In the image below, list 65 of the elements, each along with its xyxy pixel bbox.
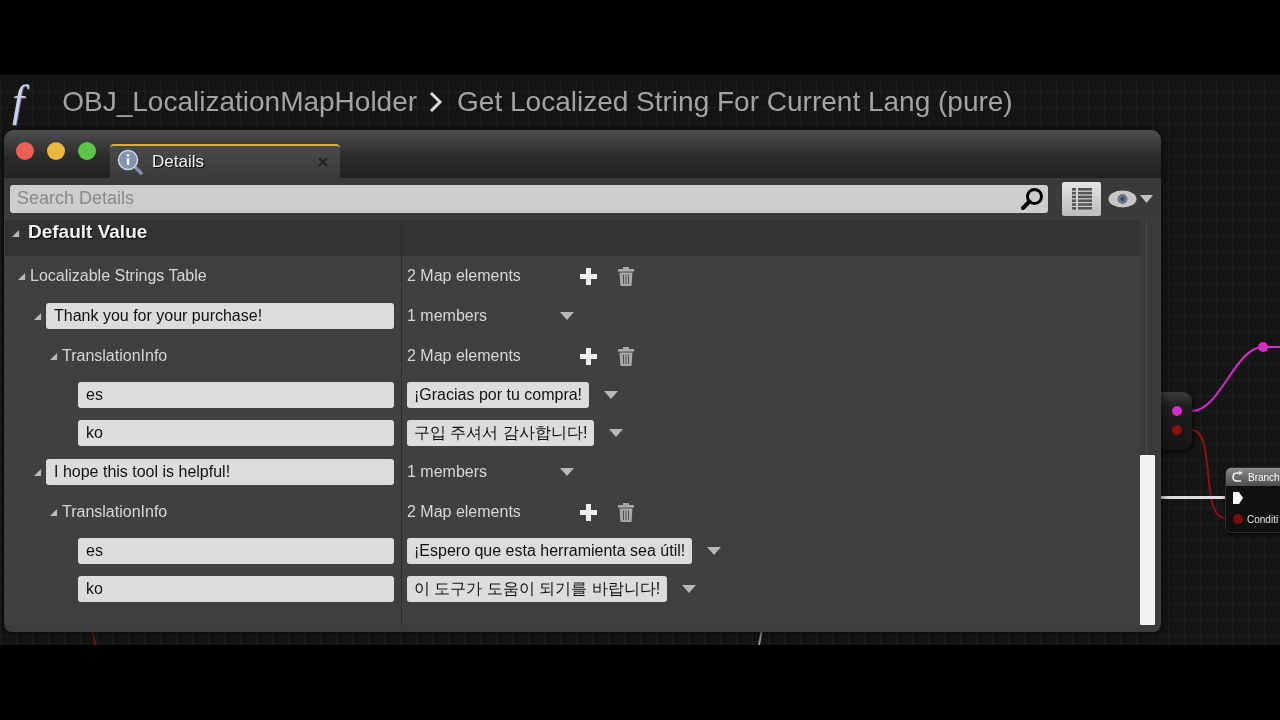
search-icon: [1020, 186, 1044, 211]
caret-icon[interactable]: [682, 585, 697, 593]
member-count: 1 members: [407, 307, 489, 325]
element-count: 2 Map elements: [407, 267, 522, 285]
property-label: TranslationInfo: [62, 347, 168, 365]
zoom-button[interactable]: [78, 142, 96, 160]
expand-arrow-icon[interactable]: [33, 467, 42, 477]
caret-icon[interactable]: [604, 391, 619, 399]
trash-icon[interactable]: [618, 346, 634, 366]
branch-node[interactable]: Branch Conditi: [1225, 467, 1280, 533]
exec-pin-icon[interactable]: [1232, 492, 1244, 504]
branch-icon: [1231, 471, 1243, 483]
close-button[interactable]: [16, 142, 34, 160]
trash-icon[interactable]: [618, 502, 634, 522]
key-field[interactable]: I hope this tool is helpful!: [46, 459, 394, 485]
minimize-button[interactable]: [47, 142, 65, 160]
caret-icon[interactable]: [707, 547, 722, 555]
list-icon: [1071, 187, 1092, 210]
key-field[interactable]: es: [78, 538, 394, 564]
element-count: 2 Map elements: [407, 347, 522, 365]
breadcrumb-item: Get Localized String For Current Lang (pure): [457, 86, 1013, 118]
expand-arrow-icon[interactable]: [49, 351, 58, 361]
scrollbar-thumb[interactable]: [1140, 455, 1155, 625]
info-magnifier-icon: [117, 149, 143, 175]
member-count: 1 members: [407, 463, 489, 481]
pin-dot-icon[interactable]: [1258, 342, 1268, 352]
wire: [757, 632, 763, 645]
key-field[interactable]: ko: [78, 420, 394, 446]
property-label: Localizable Strings Table: [30, 267, 207, 285]
value-field[interactable]: 구입 주셔서 감사합니다!: [407, 420, 595, 446]
pin-dot-icon[interactable]: [1172, 406, 1182, 416]
expand-arrow-icon[interactable]: [49, 507, 58, 517]
caret-icon[interactable]: [560, 312, 574, 320]
category-header[interactable]: Default Value: [5, 220, 1140, 256]
chevron-icon: [429, 91, 444, 113]
value-field[interactable]: 이 도구가 도움이 되기를 바랍니다!: [407, 576, 668, 602]
caret-icon[interactable]: [560, 468, 574, 476]
value-field[interactable]: ¡Espero que esta herramienta sea útil!: [407, 538, 693, 564]
plus-icon[interactable]: [580, 503, 597, 521]
pin-dot-icon[interactable]: [1172, 425, 1182, 435]
trash-icon[interactable]: [618, 266, 634, 286]
graph-node[interactable]: [1161, 392, 1192, 450]
eye-icon[interactable]: [1108, 189, 1137, 208]
plus-icon[interactable]: [580, 347, 597, 365]
details-tab[interactable]: Details: [110, 144, 340, 178]
element-count: 2 Map elements: [407, 503, 522, 521]
category-title: Default Value: [28, 221, 148, 243]
key-field[interactable]: ko: [78, 576, 394, 602]
pin-label: Conditi: [1247, 513, 1279, 525]
property-label: TranslationInfo: [62, 503, 168, 521]
plus-icon[interactable]: [580, 267, 597, 285]
value-field[interactable]: ¡Gracias por tu compra!: [407, 382, 590, 408]
key-field[interactable]: Thank you for your purchase!: [46, 303, 394, 329]
caret-icon[interactable]: [1140, 194, 1153, 203]
node-title: Branch: [1248, 471, 1280, 483]
breadcrumb-item[interactable]: OBJ_LocalizationMapHolder: [62, 86, 418, 118]
pin-dot-icon[interactable]: [1233, 514, 1243, 524]
list-view-button[interactable]: [1062, 181, 1101, 216]
function-icon: f: [8, 78, 33, 126]
expand-arrow-icon[interactable]: [11, 229, 20, 238]
caret-icon[interactable]: [609, 429, 624, 437]
key-field[interactable]: es: [78, 382, 394, 408]
wire: [91, 632, 97, 645]
expand-arrow-icon[interactable]: [17, 271, 26, 281]
expand-arrow-icon[interactable]: [33, 311, 42, 321]
